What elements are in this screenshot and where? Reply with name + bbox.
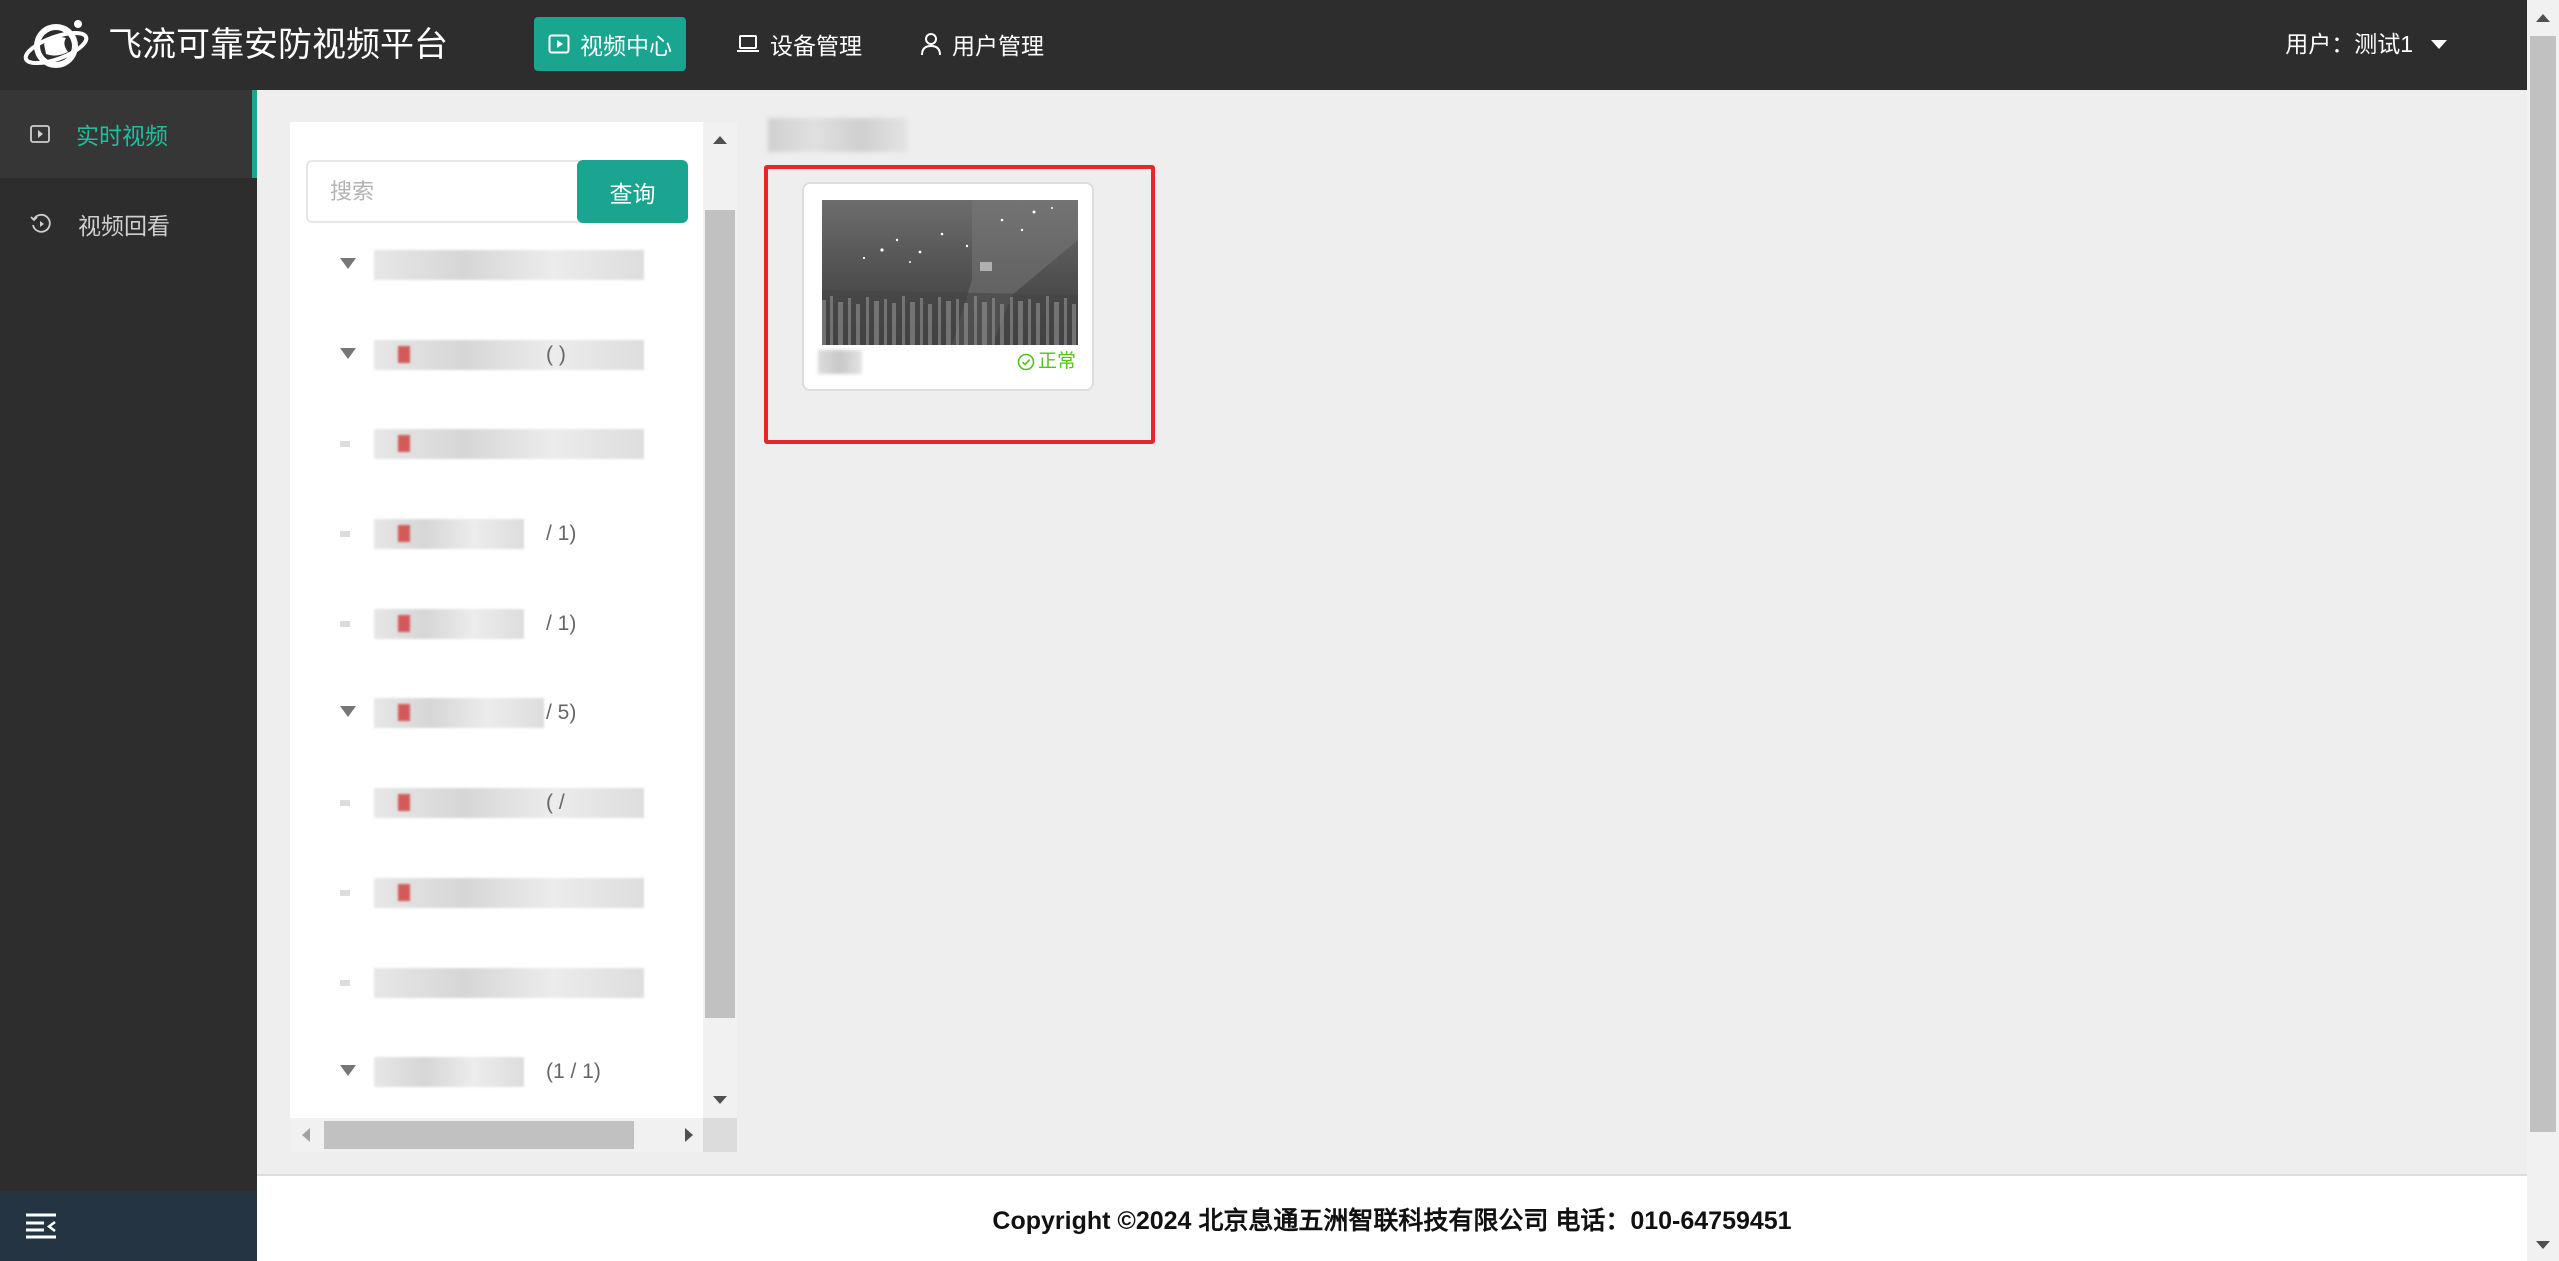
scroll-left-arrow-icon[interactable] [302,1128,310,1142]
tree-node[interactable]: / 1) [330,517,650,551]
tab-video-center[interactable]: 视频中心 [534,17,686,71]
device-tree-panel: 搜索 查询 ( ) / 1) / 1) / 5) ( / (1 / 1) [290,122,703,1118]
sidebar-collapse-button[interactable] [0,1191,257,1261]
page-vertical-scrollbar[interactable] [2527,0,2559,1261]
tree-node[interactable]: ( / [330,786,650,820]
user-menu[interactable]: 用户：测试1 [2285,26,2447,62]
device-status-icon [398,346,410,363]
tree-node[interactable]: / 5) [330,696,650,730]
tree-node-label [374,878,644,908]
sidebar-item-label: 视频回看 [78,213,170,239]
user-icon [921,33,941,56]
footer: Copyright ©2024 北京息通五洲智联科技有限公司 电话：010-64… [257,1174,2527,1261]
tree-node-label [374,968,644,998]
tab-label: 设备管理 [770,33,862,59]
caret-down-icon[interactable] [340,1065,356,1076]
tree-node-label [374,340,644,370]
tree-node-label [374,609,524,639]
scrollbar-thumb[interactable] [705,210,735,1018]
device-status-icon [398,435,410,452]
tree-node-count: / 1) [546,612,577,635]
sidebar-item-playback[interactable]: 视频回看 [0,180,257,268]
group-title [768,118,908,152]
tree-node-label [374,1057,524,1087]
tree-horizontal-scrollbar[interactable] [290,1118,703,1152]
scroll-down-arrow-icon[interactable] [713,1096,727,1104]
device-status-icon [398,525,410,542]
device-status-icon [398,704,410,721]
check-circle-icon [1017,353,1035,371]
device-status-icon [398,884,410,901]
camera-snapshot[interactable] [822,200,1078,345]
menu-collapse-icon [26,1213,56,1239]
tree-node[interactable] [330,248,650,282]
sidebar-item-live-video[interactable]: 实时视频 [0,90,257,178]
tree-node-count: ( ) [546,343,566,366]
tree-node[interactable] [330,876,650,910]
tree-vertical-scrollbar[interactable] [703,122,737,1118]
tree-node[interactable]: ( ) [330,338,650,372]
tab-user-management[interactable]: 用户管理 [906,17,1058,71]
search-button[interactable]: 查询 [577,160,688,223]
caret-down-icon[interactable] [340,258,356,269]
tree-node-count: / 1) [546,522,577,545]
tree-node[interactable]: / 1) [330,607,650,641]
sidebar-item-label: 实时视频 [76,123,168,149]
live-video-icon [30,125,50,143]
search-input[interactable]: 搜索 [306,160,581,223]
tree-node-count: / 5) [546,701,577,724]
video-play-icon [548,34,570,54]
tree-node[interactable] [330,966,650,1000]
top-header: 飞流可靠安防视频平台 视频中心 设备管理 用户管理 用户：测试1 [0,0,2527,90]
leaf-dot-icon [340,890,350,896]
scrollbar-corner [703,1118,737,1152]
tab-label: 用户管理 [952,33,1044,59]
playback-icon [30,213,51,233]
camera-card[interactable]: 正常 [802,182,1094,391]
scroll-down-arrow-icon[interactable] [2536,1241,2550,1249]
app-title: 飞流可靠安防视频平台 [108,26,448,64]
tree-node-count: ( / [546,791,565,814]
tree-node[interactable]: (1 / 1) [330,1055,650,1089]
footer-copyright: Copyright ©2024 北京息通五洲智联科技有限公司 电话：010-64… [992,1206,1792,1235]
leaf-dot-icon [340,800,350,806]
scrollbar-thumb[interactable] [2530,36,2556,1132]
caret-down-icon[interactable] [340,706,356,717]
tree-node-label [374,429,644,459]
scroll-up-arrow-icon[interactable] [2536,14,2550,22]
camera-name [818,350,862,374]
tree-node-label [374,519,524,549]
scrollbar-thumb[interactable] [324,1121,634,1149]
leaf-dot-icon [340,980,350,986]
tree-node-label [374,250,644,280]
tab-label: 视频中心 [580,33,672,59]
caret-down-icon[interactable] [340,348,356,359]
tree-node-count: (1 / 1) [546,1060,601,1083]
globe-logo-icon [23,20,89,68]
laptop-icon [737,35,759,52]
scroll-right-arrow-icon[interactable] [685,1128,693,1142]
tab-device-management[interactable]: 设备管理 [722,17,876,71]
status-badge: 正常 [1017,350,1076,374]
leaf-dot-icon [340,441,350,447]
chevron-down-icon [2431,39,2447,49]
scroll-up-arrow-icon[interactable] [713,136,727,144]
user-label: 用户：测试1 [2285,31,2413,57]
leaf-dot-icon [340,531,350,537]
leaf-dot-icon [340,621,350,627]
status-text: 正常 [1037,351,1076,372]
sidebar: 实时视频 视频回看 [0,90,257,1261]
tree-node[interactable] [330,427,650,461]
tree-node-label [374,788,644,818]
device-status-icon [398,794,410,811]
device-status-icon [398,615,410,632]
